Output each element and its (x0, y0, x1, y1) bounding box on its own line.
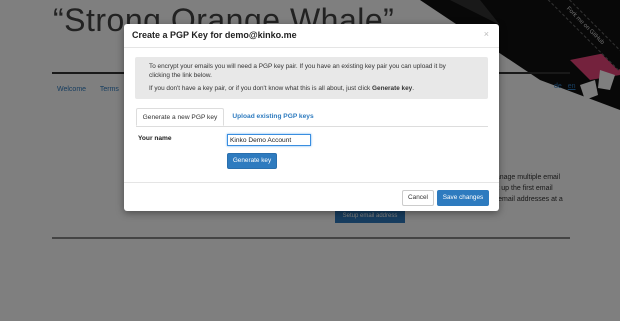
save-changes-button[interactable]: Save changes (437, 190, 489, 206)
tab-upload-keys[interactable]: Upload existing PGP keys (228, 108, 318, 126)
modal-title: Create a PGP Key for demo@kinko.me (132, 30, 297, 40)
cancel-button[interactable]: Cancel (402, 190, 434, 206)
info-text: If you don't have a key pair, or if you … (149, 85, 414, 92)
key-tabs: Generate a new PGP key Upload existing P… (136, 108, 488, 127)
info-text-emphasis: Generate key (372, 85, 413, 92)
modal-header: Create a PGP Key for demo@kinko.me × (124, 24, 499, 48)
pgp-key-modal: Create a PGP Key for demo@kinko.me × To … (124, 24, 499, 211)
info-text-prefix: If you don't have a key pair, or if you … (149, 85, 373, 92)
info-text: clicking the link below. (149, 72, 212, 79)
info-text: To encrypt your emails you will need a P… (149, 63, 446, 70)
generate-key-button[interactable]: Generate key (227, 153, 277, 169)
modal-footer-divider (124, 182, 499, 183)
name-label: Your name (138, 135, 172, 142)
info-text-suffix: . (412, 85, 414, 92)
tab-generate-key[interactable]: Generate a new PGP key (136, 108, 224, 126)
name-input[interactable] (227, 134, 311, 146)
close-icon[interactable]: × (484, 29, 489, 39)
info-box: To encrypt your emails you will need a P… (135, 57, 488, 99)
